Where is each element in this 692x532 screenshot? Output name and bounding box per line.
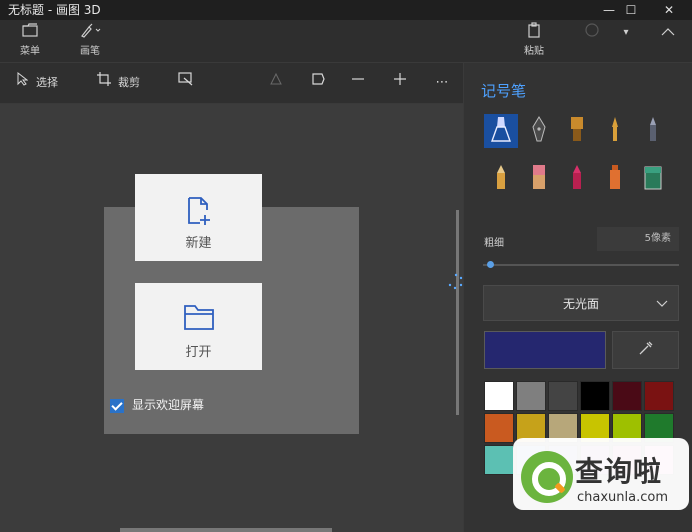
rotate-icon [268,63,284,103]
canvas-scrollbar[interactable] [456,210,459,415]
crop-icon [96,63,112,103]
open-file-button[interactable]: 打开 [135,283,262,370]
show-welcome-label: 显示欢迎屏幕 [132,398,205,412]
fill-bucket-icon [642,163,664,195]
magic-select-icon [178,63,194,103]
new-file-label: 新建 [185,236,212,251]
new-file-icon [186,196,212,226]
spraycan-icon [604,163,626,195]
close-button[interactable]: ✕ [650,0,688,20]
calligraphy-pen-button[interactable] [522,114,556,148]
spraycan-button[interactable] [598,162,632,196]
eyedropper-button[interactable] [612,331,679,369]
collapse-ribbon-button[interactable] [648,22,688,60]
palette-swatch[interactable] [612,381,642,411]
watermark-brand: 查询啦 [575,455,663,488]
paste-button[interactable]: 粘贴 [512,22,556,60]
panel-title: 记号笔 [481,82,527,100]
eraser-button[interactable] [522,162,556,196]
thickness-value-field[interactable]: 5像素 [597,227,679,251]
watercolor-button[interactable] [598,114,632,148]
folder-open-icon [183,303,215,333]
chevron-down-icon [656,286,668,322]
oil-brush-button[interactable] [560,114,594,148]
finish-select[interactable]: 无光面 [483,285,679,321]
marker-brush-button[interactable] [484,114,518,148]
marker-icon [490,115,512,147]
brush-icon [68,22,112,42]
open-file-label: 打开 [185,345,212,360]
thickness-slider[interactable] [483,264,679,266]
minus-icon [350,63,366,103]
clipboard-icon [512,22,556,42]
select-tool-button[interactable]: 选择 [14,63,58,103]
palette-swatch[interactable] [484,381,514,411]
magic-select-button[interactable] [178,63,200,103]
maximize-button[interactable]: ☐ [612,0,650,20]
undo-history-button[interactable] [570,22,614,60]
finish-value: 无光面 [562,297,599,311]
horizontal-scrollbar[interactable] [120,528,332,532]
watermark-url: chaxunla.com [577,490,668,505]
more-dropdown-button[interactable]: ▾ [614,22,638,60]
ribbon: 菜单 画笔 粘贴 ▾ [0,20,692,63]
plus-icon [392,63,408,103]
pixel-pen-icon [642,115,664,147]
crayon-button[interactable] [560,162,594,196]
canvas-toolbar: 选择 裁剪 ⋯ [0,63,463,104]
rotate-button[interactable] [268,63,290,103]
chevron-up-icon [648,22,688,42]
thickness-label: 粗细 [484,238,504,249]
crop-label: 裁剪 [118,76,140,89]
zoom-in-button[interactable] [392,63,414,103]
pixel-pen-button[interactable] [636,114,670,148]
fill-button[interactable] [636,162,670,196]
menu-button[interactable]: 菜单 [8,22,52,60]
watermark-badge: 查询啦 chaxunla.com [513,438,689,510]
crayon-icon [566,163,588,195]
palette-swatch[interactable] [644,381,674,411]
watercolor-icon [604,115,626,147]
current-color-swatch[interactable] [484,331,606,369]
new-file-button[interactable]: 新建 [135,174,262,261]
show-welcome-checkbox[interactable] [110,398,124,413]
palette-swatch[interactable] [484,413,514,443]
show-welcome-checkbox-row[interactable]: 显示欢迎屏幕 [110,396,204,414]
eyedropper-icon [638,340,654,360]
zoom-out-button[interactable] [350,63,372,103]
cursor-icon [14,63,30,103]
chevron-down-icon: ▾ [623,27,629,38]
ellipsis-icon: ⋯ [435,75,449,90]
calligraphy-pen-icon [528,115,550,147]
flag-icon [310,63,326,103]
more-options-button[interactable]: ⋯ [434,63,456,103]
oil-brush-icon [566,115,588,147]
palette-swatch[interactable] [516,381,546,411]
search-magnifier-logo-icon [521,451,573,503]
history-icon [570,22,614,42]
pencil-button[interactable] [484,162,518,196]
palette-swatch[interactable] [484,445,514,475]
window-title: 无标题 - 画图 3D [8,3,101,17]
brushes-label: 画笔 [80,46,100,57]
shape-button[interactable] [310,63,332,103]
paste-label: 粘贴 [524,46,544,57]
eraser-icon [528,163,550,195]
select-label: 选择 [36,76,58,89]
pencil-icon [490,163,512,195]
thickness-slider-thumb[interactable] [486,261,494,268]
crop-tool-button[interactable]: 裁剪 [96,63,140,103]
palette-swatch[interactable] [548,381,578,411]
folder-icon [8,22,52,42]
menu-label: 菜单 [20,46,40,57]
brushes-tab[interactable]: 画笔 [68,22,112,60]
title-bar: 无标题 - 画图 3D — ☐ ✕ [0,0,692,20]
palette-swatch[interactable] [580,381,610,411]
